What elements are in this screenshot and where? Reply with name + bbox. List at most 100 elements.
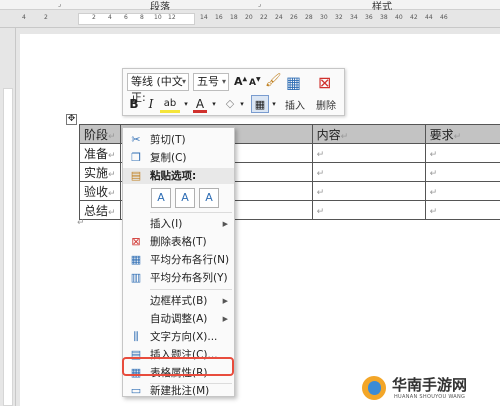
paste-merge-formatting-icon[interactable]: A	[175, 188, 195, 208]
menu-item-copy[interactable]: ❐ 复制(C)	[123, 149, 234, 167]
insert-label[interactable]: 插入	[285, 97, 305, 112]
ruler-tick: 40	[395, 14, 403, 21]
menu-separator	[150, 289, 232, 290]
site-watermark: 华南手游网 HUANAN SHOUYOU WANG	[360, 372, 498, 404]
paste-text-only-icon[interactable]: A	[199, 188, 219, 208]
ruler-tick: 24	[275, 14, 283, 21]
menu-item-new-comment[interactable]: ▭ 新建批注(M)	[123, 384, 234, 398]
copy-icon: ❐	[131, 151, 141, 164]
italic-button[interactable]: I	[145, 95, 157, 113]
delete-table-icon: ⊠	[131, 235, 141, 248]
table-cell[interactable]: 验收↵	[79, 181, 121, 201]
paste-options-header: ▤ 粘贴选项:	[123, 168, 234, 184]
bold-button[interactable]: B	[127, 95, 141, 113]
submenu-arrow-icon: ▶	[222, 315, 228, 323]
watermark-logo-icon	[360, 374, 388, 402]
font-color-button[interactable]: A	[193, 95, 207, 113]
table-header-cell[interactable]: 内容↵	[311, 124, 426, 144]
highlight-annotation	[122, 357, 234, 376]
highlight-button[interactable]: ab	[160, 95, 180, 113]
ruler-tick: 10	[154, 14, 162, 21]
menu-item-autofit[interactable]: 自动调整(A) ▶	[123, 310, 234, 328]
menu-item-border-styles[interactable]: 边框样式(B) ▶	[123, 292, 234, 310]
mini-toolbar: 等线 (中文正: ▾ 五号 ▾ A▲ A▼ 🖌 B I ab ▾ A ▾ ◇ ▾ ▦…	[122, 68, 345, 116]
table-header-cell[interactable]: 阶段↵	[79, 124, 121, 144]
ruler-tick: 46	[440, 14, 448, 21]
table-cell[interactable]: ↵	[424, 143, 500, 163]
ruler-tick: 28	[305, 14, 313, 21]
ruler-tick: 2	[44, 14, 48, 21]
watermark-title: 华南手游网	[392, 376, 468, 394]
shrink-font-icon[interactable]: A▼	[249, 76, 261, 88]
ruler-tick: 42	[410, 14, 418, 21]
borders-icon[interactable]: ▦	[251, 95, 269, 113]
table-cell[interactable]: 实施↵	[79, 162, 121, 182]
ruler-tick: 36	[365, 14, 373, 21]
distribute-columns-icon: ▥	[130, 271, 142, 284]
ruler-tick: 44	[425, 14, 433, 21]
vertical-ruler[interactable]	[0, 28, 16, 406]
table-cell[interactable]: ↵	[311, 181, 426, 201]
grow-font-icon[interactable]: A▲	[234, 75, 247, 88]
ruler-tick: 2	[92, 14, 96, 21]
format-painter-icon[interactable]: 🖌	[265, 73, 282, 88]
table-cell[interactable]: ↵	[311, 143, 426, 163]
table-cell[interactable]: ↵	[311, 200, 426, 220]
table-cell[interactable]: ↵	[424, 200, 500, 220]
font-size-select[interactable]: 五号 ▾	[193, 73, 229, 91]
submenu-arrow-icon: ▶	[222, 220, 228, 228]
insert-table-icon[interactable]: ▦	[286, 73, 301, 92]
table-move-handle-icon[interactable]: ✥	[66, 114, 77, 125]
chevron-down-icon[interactable]: ▾	[211, 95, 217, 113]
menu-item-distribute-columns[interactable]: ▥ 平均分布各列(Y)	[123, 269, 234, 287]
font-name-select[interactable]: 等线 (中文正: ▾	[127, 73, 189, 104]
menu-item-distribute-rows[interactable]: ▦ 平均分布各行(N)	[123, 251, 234, 269]
ruler-tick: 34	[350, 14, 358, 21]
ruler-tick: 32	[335, 14, 343, 21]
shading-icon[interactable]: ◇	[223, 95, 237, 113]
ruler-tick: 22	[260, 14, 268, 21]
ruler-tick: 30	[320, 14, 328, 21]
ruler-tick: 38	[380, 14, 388, 21]
table-header-cell[interactable]: 要求↵	[424, 124, 500, 144]
ruler-tick: 8	[140, 14, 144, 21]
new-comment-icon: ▭	[130, 384, 142, 397]
ruler-tick: 4	[22, 14, 26, 21]
ribbon-group-strip: ⌟ 段落 ⌟ 样式	[0, 0, 500, 13]
table-cell[interactable]: 准备↵	[79, 143, 121, 163]
ruler-tick: 6	[124, 14, 128, 21]
menu-item-cut[interactable]: ✂ 剪切(T)	[123, 131, 234, 149]
submenu-arrow-icon: ▶	[222, 297, 228, 305]
menu-item-delete-table[interactable]: ⊠ 删除表格(T)	[123, 233, 234, 251]
menu-item-text-direction[interactable]: ⫼ 文字方向(X)...	[123, 328, 234, 346]
ruler-tick: 4	[108, 14, 112, 21]
table-cell[interactable]: ↵	[424, 162, 500, 182]
watermark-subtitle: HUANAN SHOUYOU WANG	[394, 394, 466, 400]
dialog-launcher-icon[interactable]: ⌟	[258, 0, 261, 9]
chevron-down-icon[interactable]: ▾	[271, 95, 277, 113]
ruler-tick: 18	[230, 14, 238, 21]
menu-separator	[150, 212, 232, 213]
dialog-launcher-icon[interactable]: ⌟	[58, 0, 61, 9]
delete-label[interactable]: 删除	[316, 97, 336, 112]
chevron-down-icon[interactable]: ▾	[239, 95, 245, 113]
horizontal-ruler[interactable]: 4 2 2 4 6 8 10 12 14 16 18 20 22 24 26 2…	[0, 10, 500, 28]
table-cell[interactable]: ↵	[311, 162, 426, 182]
table-cell[interactable]: 总结↵	[79, 200, 121, 220]
table-cell[interactable]: ↵	[424, 181, 500, 201]
chevron-down-icon[interactable]: ▾	[183, 95, 189, 113]
text-direction-icon: ⫼	[133, 330, 139, 343]
distribute-rows-icon: ▦	[130, 253, 142, 266]
ruler-tick: 14	[200, 14, 208, 21]
ruler-tick: 26	[290, 14, 298, 21]
paste-keep-formatting-icon[interactable]: A	[151, 188, 171, 208]
scissors-icon: ✂	[131, 133, 141, 146]
ruler-tick: 20	[245, 14, 253, 21]
menu-item-insert[interactable]: 插入(I) ▶	[123, 215, 234, 233]
ruler-tick: 16	[215, 14, 223, 21]
chevron-down-icon: ▾	[221, 77, 226, 86]
ruler-tick: 12	[168, 14, 176, 21]
chevron-down-icon: ▾	[181, 77, 186, 86]
delete-table-icon[interactable]: ⊠	[318, 73, 331, 92]
paste-icon: ▤	[130, 169, 142, 182]
